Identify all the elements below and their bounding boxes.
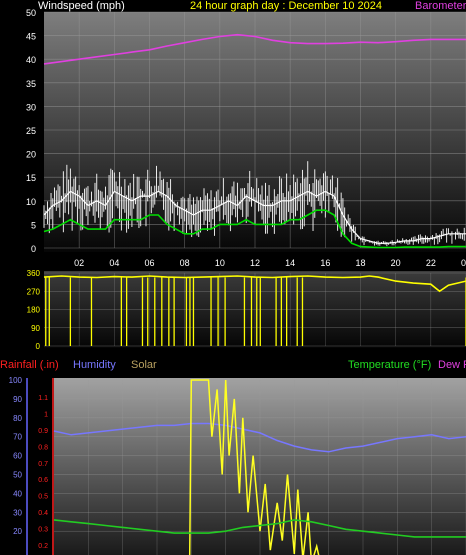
wind-xtick-label: 14: [285, 258, 295, 268]
weather-24h-graph: Windspeed (mph) 24 hour graph day : Dece…: [0, 0, 466, 555]
direction-ytick-label: 270: [27, 287, 41, 296]
wind-ytick-label: 0: [31, 244, 36, 254]
wind-ytick-label: 20: [26, 150, 36, 160]
humidity-ytick-label: 100: [9, 376, 23, 385]
wind-xtick-label: 12: [250, 258, 260, 268]
wind-ytick-label: 10: [26, 197, 36, 207]
humidity-ytick-label: 90: [13, 395, 22, 404]
direction-ytick-label: 0: [36, 342, 41, 351]
wind-xtick-label: 10: [215, 258, 225, 268]
rain-ytick-label: 1: [44, 411, 48, 418]
wind-ytick-label: 40: [26, 55, 36, 65]
legend-dew: Dew Fr: [438, 359, 466, 371]
wind-xtick-label: 22: [426, 258, 436, 268]
humidity-ytick-label: 40: [13, 489, 22, 498]
legend-solar: Solar: [131, 359, 157, 371]
rain-ytick-label: 0.2: [38, 543, 48, 550]
wind-ytick-label: 5: [31, 220, 36, 230]
rain-ytick-label: 1.1: [38, 395, 48, 402]
wind-ytick-label: 50: [26, 8, 36, 18]
rain-ytick-label: 0.6: [38, 477, 48, 484]
rain-ytick-label: 0.7: [38, 461, 48, 468]
wind-ytick-label: 15: [26, 173, 36, 183]
wind-xtick-label: 04: [109, 258, 119, 268]
wind-xtick-label: 18: [355, 258, 365, 268]
wind-xtick-label: 00: [461, 258, 466, 268]
humidity-ytick-label: 80: [13, 414, 22, 423]
rain-ytick-label: 0.8: [38, 444, 48, 451]
wind-xtick-label: 20: [391, 258, 401, 268]
wind-xtick-label: 06: [144, 258, 154, 268]
rain-ytick-label: 0.4: [38, 510, 48, 517]
humidity-ytick-label: 50: [13, 471, 22, 480]
humidity-ytick-label: 20: [13, 527, 22, 536]
wind-ytick-label: 45: [26, 32, 36, 42]
barometer-axis-title: Barometer: [415, 0, 466, 12]
humidity-ytick-label: 60: [13, 452, 22, 461]
direction-ytick-label: 90: [31, 324, 40, 333]
rain-ytick-label: 0.9: [38, 428, 48, 435]
wind-xtick-label: 16: [320, 258, 330, 268]
wind-ytick-label: 25: [26, 126, 36, 136]
windspeed-axis-title: Windspeed (mph): [38, 0, 125, 12]
legend-temperature: Temperature (°F): [348, 359, 431, 371]
wind-xtick-label: 02: [74, 258, 84, 268]
wind-ytick-label: 30: [26, 102, 36, 112]
humidity-ytick-label: 30: [13, 508, 22, 517]
direction-ytick-label: 180: [27, 306, 41, 315]
wind-xtick-label: 08: [180, 258, 190, 268]
rain-ytick-label: 0.5: [38, 494, 48, 501]
humidity-ytick-label: 70: [13, 433, 22, 442]
rain-ytick-label: 0.3: [38, 527, 48, 534]
legend-rainfall: Rainfall (.in): [0, 359, 59, 371]
legend-humidity: Humidity: [73, 359, 116, 371]
direction-ytick-label: 360: [27, 269, 41, 278]
chart-title: 24 hour graph day : December 10 2024: [190, 0, 382, 12]
wind-ytick-label: 35: [26, 79, 36, 89]
